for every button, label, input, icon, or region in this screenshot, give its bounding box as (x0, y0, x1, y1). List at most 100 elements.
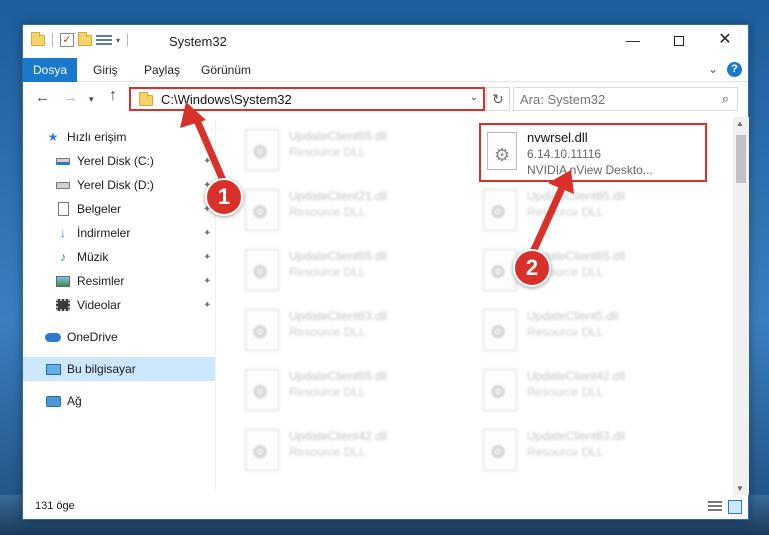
help-icon[interactable]: ? (727, 62, 742, 77)
sidebar-item-downloads[interactable]: ↓ İndirmeler ✦ (23, 221, 215, 245)
folder-icon[interactable] (31, 31, 45, 46)
customize-toolbar-caret-icon[interactable]: ▾ (116, 36, 120, 45)
toolbar-separator (127, 33, 129, 47)
pin-icon[interactable]: ✦ (203, 228, 211, 239)
file-type: Resource DLL (527, 445, 604, 459)
list-item[interactable]: UpdateClient65.dll Resource DLL (223, 241, 453, 293)
sidebar-item-drive-d[interactable]: Yerel Disk (D:) ✦ (23, 173, 215, 197)
videos-icon (55, 297, 71, 313)
address-dropdown-icon[interactable]: ⌄ (470, 92, 478, 103)
sidebar-item-pictures[interactable]: Resimler ✦ (23, 269, 215, 293)
sidebar-item-music[interactable]: ♪ Müzik ✦ (23, 245, 215, 269)
vertical-scrollbar[interactable]: ▲ ▼ (733, 117, 749, 495)
file-name: UpdateClient5.dll (527, 309, 619, 323)
address-bar[interactable]: C:\Windows\System32 ⌄ (129, 87, 485, 111)
expand-ribbon-chevron-icon[interactable]: ⌄ (708, 62, 718, 76)
file-name: UpdateClient42.dll (527, 369, 626, 383)
pictures-icon (55, 273, 71, 289)
pane-splitter[interactable] (215, 121, 216, 491)
file-name: UpdateClient65.dll (289, 129, 388, 143)
pin-icon[interactable]: ✦ (203, 252, 211, 263)
file-name: UpdateClient65.dll (289, 369, 388, 383)
sidebar-item-label: Hızlı erişim (67, 130, 127, 144)
list-item[interactable]: UpdateClient42.dll Resource DLL (461, 361, 691, 413)
back-button[interactable]: ← (35, 89, 50, 106)
search-icon[interactable]: ⌕ (722, 91, 729, 107)
scroll-up-icon[interactable]: ▲ (736, 119, 744, 128)
recent-locations-button[interactable]: ▾ (89, 94, 94, 105)
details-view-icon[interactable] (708, 501, 722, 513)
file-name: UpdateClient65.dll (527, 189, 626, 203)
ribbon-tabs: Dosya Giriş Paylaş Görünüm ⌄ ? (23, 58, 748, 82)
sidebar-item-documents[interactable]: Belgeler ✦ (23, 197, 215, 221)
list-item[interactable]: UpdateClient42.dll Resource DLL (223, 421, 453, 473)
step-2-badge: 2 (513, 249, 551, 287)
pin-icon[interactable]: ✦ (203, 156, 211, 167)
sidebar-item-label: Ağ (67, 394, 82, 408)
address-path[interactable]: C:\Windows\System32 (161, 92, 292, 107)
scroll-thumb[interactable] (736, 135, 746, 183)
dll-file-icon (483, 369, 517, 411)
large-icons-view-icon[interactable] (728, 500, 742, 514)
list-item[interactable]: UpdateClient63.dll Resource DLL (223, 301, 453, 353)
file-type: Resource DLL (527, 205, 604, 219)
pin-icon[interactable]: ✦ (203, 276, 211, 287)
music-icon: ♪ (60, 250, 66, 264)
downloads-icon: ↓ (60, 226, 66, 240)
file-type: Resource DLL (527, 385, 604, 399)
tab-home[interactable]: Giriş (93, 58, 118, 82)
sidebar-item-onedrive[interactable]: OneDrive (23, 325, 215, 349)
search-input[interactable] (520, 89, 720, 109)
navigation-pane: ★ Hızlı erişim Yerel Disk (C:) ✦ Yerel D… (23, 121, 215, 491)
sidebar-item-quick-access[interactable]: ★ Hızlı erişim (23, 125, 215, 149)
sidebar-item-label: Resimler (77, 274, 125, 288)
file-type: Resource DLL (289, 265, 366, 279)
tab-share[interactable]: Paylaş (144, 58, 180, 82)
sidebar-item-label: İndirmeler (77, 226, 131, 240)
tab-view[interactable]: Görünüm (201, 58, 251, 82)
close-button[interactable]: ✕ (702, 25, 748, 56)
sidebar-item-this-pc[interactable]: Bu bilgisayar (23, 357, 215, 381)
item-count: 131 öge (35, 500, 75, 512)
dll-file-icon (245, 429, 279, 471)
properties-icon[interactable] (96, 33, 112, 47)
window-title: System32 (169, 34, 227, 49)
sidebar-item-network[interactable]: Ağ (23, 389, 215, 413)
dll-file-icon (483, 249, 517, 291)
maximize-button[interactable] (656, 25, 702, 56)
search-box[interactable]: ⌕ (513, 87, 738, 111)
list-item[interactable]: UpdateClient21.dll Resource DLL (223, 181, 453, 233)
dll-file-icon (245, 129, 279, 171)
refresh-button[interactable]: ↻ (486, 87, 510, 111)
list-item[interactable]: UpdateClient5.dll Resource DLL (461, 301, 691, 353)
forward-button[interactable]: → (63, 89, 78, 106)
folder-icon (139, 92, 153, 106)
dll-file-icon (483, 429, 517, 471)
file-name: nvwrsel.dll (527, 130, 588, 145)
file-description: NVIDIA nView Deskto... (527, 163, 653, 177)
file-type: Resource DLL (289, 385, 366, 399)
file-type: Resource DLL (289, 445, 366, 459)
file-explorer-window: ✓ ▾ System32 — ✕ Dosya Giriş Paylaş Görü… (22, 24, 749, 520)
file-name: UpdateClient21.dll (289, 189, 388, 203)
sidebar-item-videos[interactable]: Videolar ✦ (23, 293, 215, 317)
list-item[interactable]: UpdateClient65.dll Resource DLL (223, 361, 453, 413)
list-item[interactable]: UpdateClient65.dll Resource DLL (461, 241, 691, 293)
list-item[interactable]: UpdateClient65.dll Resource DLL (223, 121, 453, 173)
new-folder-icon[interactable] (78, 31, 92, 46)
list-item[interactable]: UpdateClient63.dll Resource DLL (461, 421, 691, 473)
file-type: Resource DLL (289, 325, 366, 339)
dll-file-icon (483, 309, 517, 351)
minimize-button[interactable]: — (610, 25, 656, 56)
sidebar-item-label: Yerel Disk (C:) (77, 154, 154, 168)
onedrive-icon (45, 329, 61, 345)
list-item[interactable]: UpdateClient65.dll Resource DLL (461, 181, 691, 233)
pin-icon[interactable]: ✦ (203, 300, 211, 311)
tab-file[interactable]: Dosya (23, 58, 77, 82)
highlighted-file-nvwrsel[interactable]: nvwrsel.dll 6.14.10.11116 NVIDIA nView D… (479, 123, 707, 182)
up-button[interactable]: ↑ (109, 87, 117, 105)
checkmark-icon[interactable]: ✓ (60, 33, 74, 47)
star-icon: ★ (47, 130, 59, 144)
scroll-down-icon[interactable]: ▼ (736, 484, 744, 493)
sidebar-item-drive-c[interactable]: Yerel Disk (C:) ✦ (23, 149, 215, 173)
